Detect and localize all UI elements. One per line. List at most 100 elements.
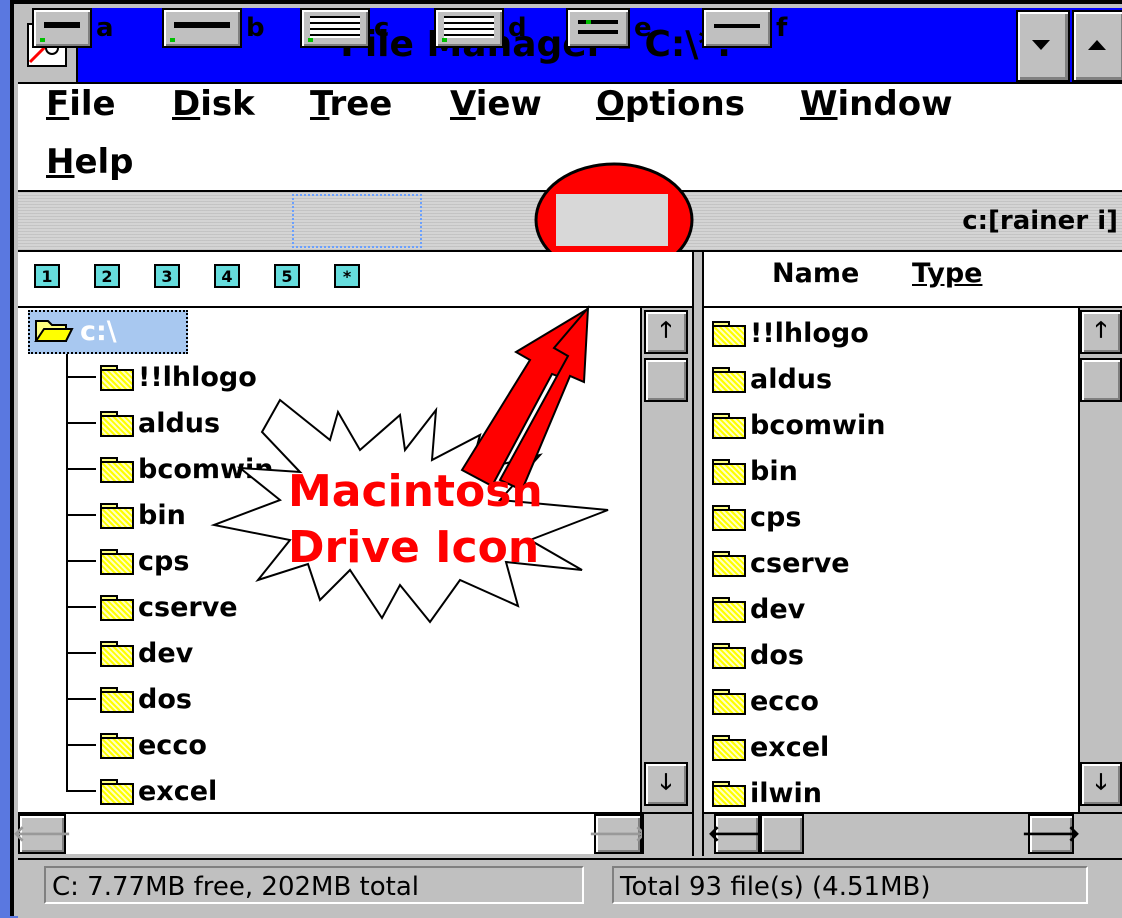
folder-icon xyxy=(100,595,134,621)
file-item-label: cserve xyxy=(750,547,850,579)
menu-options[interactable]: Options xyxy=(596,84,745,124)
floppy-drive-icon xyxy=(32,8,92,48)
tree-connector xyxy=(66,790,96,792)
open-folder-icon xyxy=(34,320,74,342)
file-list-item[interactable]: aldus xyxy=(712,356,885,402)
scroll-down-button[interactable]: 🡓 xyxy=(644,762,688,806)
file-list-item[interactable]: bcomwin xyxy=(712,402,885,448)
floppy-drive-icon xyxy=(162,8,242,48)
drive-c-button[interactable]: c xyxy=(300,6,389,50)
file-item-label: ecco xyxy=(750,685,819,717)
folder-icon xyxy=(712,551,746,577)
folder-icon xyxy=(100,411,134,437)
drive-e-button[interactable]: e xyxy=(566,6,652,50)
tree-horizontal-scrollbar[interactable]: 🡐 🡒 xyxy=(13,812,692,854)
tree-item-label: dos xyxy=(138,683,192,715)
scroll-corner xyxy=(642,814,692,854)
file-list-item[interactable]: cserve xyxy=(712,540,885,586)
chevron-up-icon xyxy=(1088,40,1106,50)
level-3-button[interactable]: 3 xyxy=(154,264,180,288)
file-list-item[interactable]: bin xyxy=(712,448,885,494)
level-5-button[interactable]: 5 xyxy=(274,264,300,288)
level-4-button[interactable]: 4 xyxy=(214,264,240,288)
scroll-right-button[interactable]: 🡒 xyxy=(589,814,648,854)
tree-item[interactable]: excel xyxy=(66,768,273,814)
volume-label: c:[rainer i] xyxy=(962,206,1118,236)
level-1-button[interactable]: 1 xyxy=(34,264,60,288)
file-list-item[interactable]: ecco xyxy=(712,678,885,724)
scroll-down-button[interactable]: 🡓 xyxy=(1080,762,1122,806)
file-horizontal-scrollbar[interactable]: 🡐 🡒 xyxy=(704,812,1122,854)
menu-file[interactable]: File xyxy=(46,84,116,124)
tree-item-label: ecco xyxy=(138,729,207,761)
drive-letter: c xyxy=(374,13,390,43)
tree-connector xyxy=(66,468,96,470)
tree-item[interactable]: ecco xyxy=(66,722,273,768)
tree-connector xyxy=(66,698,96,700)
drive-a-button[interactable]: a xyxy=(32,6,114,50)
folder-icon xyxy=(100,457,134,483)
drive-letter: d xyxy=(508,13,527,43)
file-list-items: !!lhlogo aldus bcomwin bin cps cserve dev dos ec… xyxy=(712,310,885,816)
tree-connector xyxy=(66,744,96,746)
folder-icon xyxy=(100,733,134,759)
drive-f-button[interactable]: f xyxy=(702,6,787,50)
scroll-thumb[interactable] xyxy=(760,814,804,854)
file-list-item[interactable]: ilwin xyxy=(712,770,885,816)
file-vertical-scrollbar[interactable]: 🡑 🡓 xyxy=(1078,308,1122,812)
file-list-item[interactable]: dos xyxy=(712,632,885,678)
tree-connector xyxy=(66,514,96,516)
disk-status: C: 7.77MB free, 202MB total xyxy=(44,866,584,904)
file-list-item[interactable]: excel xyxy=(712,724,885,770)
file-item-label: bin xyxy=(750,455,798,487)
drive-d-button[interactable]: d xyxy=(434,6,527,50)
menu-window[interactable]: Window xyxy=(800,84,952,124)
file-list-item[interactable]: !!lhlogo xyxy=(712,310,885,356)
drive-b-button[interactable]: b xyxy=(162,6,265,50)
folder-icon xyxy=(712,735,746,761)
scroll-left-button[interactable]: 🡐 xyxy=(708,814,767,854)
menu-tree[interactable]: Tree xyxy=(310,84,392,124)
tree-item-label: dev xyxy=(138,637,194,669)
folder-icon xyxy=(100,549,134,575)
name-column-header[interactable]: Name xyxy=(772,258,859,289)
file-item-label: excel xyxy=(750,731,830,763)
tree-root[interactable]: c:\ xyxy=(34,308,117,354)
menu-help[interactable]: Help xyxy=(46,142,134,182)
tree-item-label: excel xyxy=(138,775,218,807)
type-column-header[interactable]: Type xyxy=(912,258,982,289)
file-item-label: dos xyxy=(750,639,804,671)
level-2-button[interactable]: 2 xyxy=(94,264,120,288)
folder-icon xyxy=(712,597,746,623)
drive-letter: b xyxy=(246,13,265,43)
scroll-up-button[interactable]: 🡑 xyxy=(644,310,688,354)
network-drive-icon xyxy=(702,8,772,48)
folder-icon xyxy=(100,641,134,667)
menu-view[interactable]: View xyxy=(450,84,542,124)
scroll-thumb[interactable] xyxy=(644,358,688,402)
scroll-right-button[interactable]: 🡒 xyxy=(1022,814,1081,854)
file-item-label: cps xyxy=(750,501,802,533)
hard-drive-icon xyxy=(300,8,370,48)
scroll-up-button[interactable]: 🡑 xyxy=(1080,310,1122,354)
level-all-button[interactable]: * xyxy=(334,264,360,288)
folder-icon xyxy=(712,367,746,393)
file-item-label: aldus xyxy=(750,363,833,395)
scroll-thumb[interactable] xyxy=(1080,358,1122,402)
file-item-label: dev xyxy=(750,593,806,625)
drive-letter: f xyxy=(776,13,788,43)
selected-drive-focus xyxy=(292,194,422,248)
folder-icon xyxy=(100,687,134,713)
tree-item[interactable]: dos xyxy=(66,676,273,722)
minimize-button[interactable] xyxy=(1016,10,1070,82)
file-item-label: bcomwin xyxy=(750,409,886,441)
maximize-button[interactable] xyxy=(1072,10,1122,82)
file-list-item[interactable]: dev xyxy=(712,586,885,632)
root-label: c:\ xyxy=(80,315,117,347)
scroll-left-button[interactable]: 🡐 xyxy=(13,814,72,854)
menu-disk[interactable]: Disk xyxy=(172,84,255,124)
pane-splitter[interactable] xyxy=(692,252,704,856)
tree-connector xyxy=(66,560,96,562)
file-list-item[interactable]: cps xyxy=(712,494,885,540)
tree-vertical-scrollbar[interactable]: 🡑 🡓 xyxy=(640,308,688,812)
